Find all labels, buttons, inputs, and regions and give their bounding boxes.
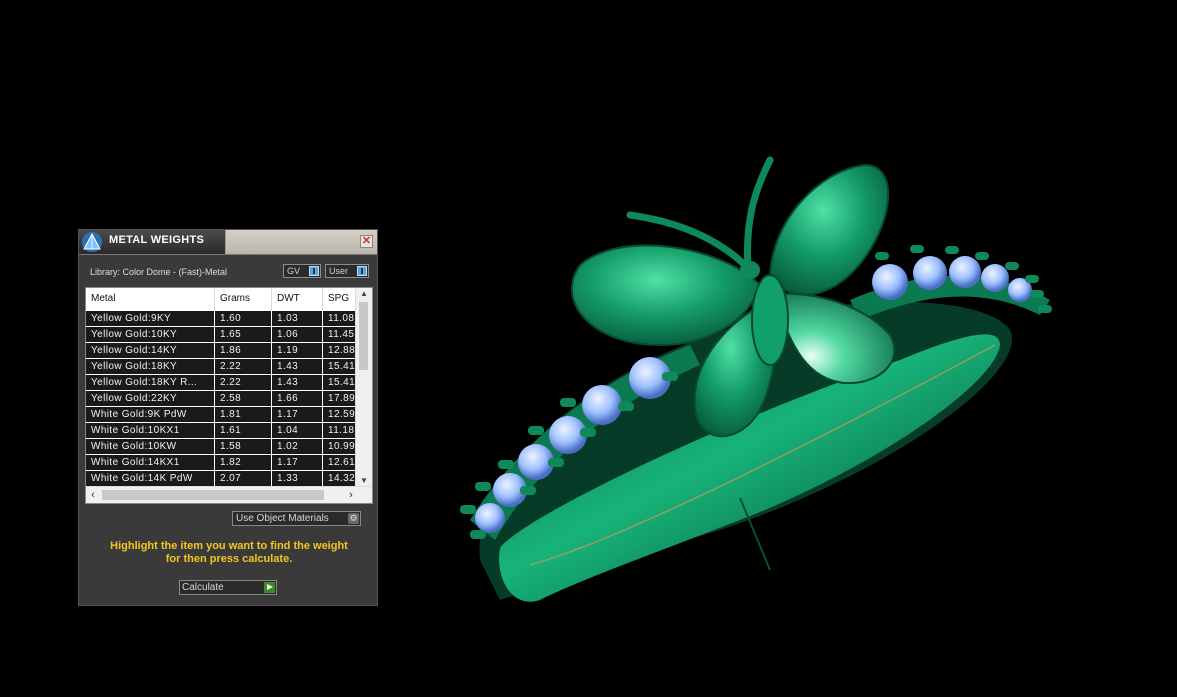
cell-dwt: 1.43	[272, 375, 323, 390]
cell-spg: 12.59	[328, 409, 356, 420]
toggle-knob-icon	[309, 266, 319, 276]
scroll-thumb[interactable]	[102, 490, 324, 500]
cell-grams: 2.07	[215, 471, 272, 486]
cell-grams: 2.58	[215, 391, 272, 406]
column-header-metal[interactable]: Metal	[86, 288, 215, 310]
table-row[interactable]: Yellow Gold:22KY 2.58 1.66 17.89	[86, 391, 356, 407]
instruction-line-2: for then press calculate.	[165, 553, 293, 565]
cell-spg: 11.45	[328, 329, 355, 340]
instruction-text: Highlight the item you want to find the …	[89, 540, 369, 566]
materials-dropdown-value: Use Object Materials	[236, 513, 329, 524]
table-row[interactable]: White Gold:10KX1 1.61 1.04 11.18	[86, 423, 356, 439]
instruction-line-1: Highlight the item you want to find the …	[110, 540, 348, 552]
user-toggle[interactable]: User	[325, 264, 369, 278]
column-header-spg[interactable]: SPG	[323, 288, 356, 310]
cell-metal: White Gold:14KX1	[86, 455, 215, 470]
vertical-scrollbar[interactable]: ▲ ▼	[355, 288, 372, 487]
scroll-right-icon[interactable]: ›	[344, 487, 358, 503]
cell-spg: 17.89	[328, 393, 356, 404]
cell-dwt: 1.04	[272, 423, 323, 438]
cell-spg: 10.99	[328, 441, 356, 452]
cell-grams: 1.61	[215, 423, 272, 438]
cell-metal: White Gold:10KW	[86, 439, 215, 454]
close-icon[interactable]: ✕	[360, 235, 373, 248]
cell-dwt: 1.33	[272, 471, 323, 486]
calculate-button[interactable]: Calculate	[179, 580, 277, 595]
cell-metal: White Gold:10KX1	[86, 423, 215, 438]
user-toggle-label: User	[329, 266, 349, 276]
cell-spg: 12.61	[328, 457, 356, 468]
cell-metal: Yellow Gold:9KY	[86, 311, 215, 326]
table-row[interactable]: White Gold:14K PdW 2.07 1.33 14.32	[86, 471, 356, 487]
pyramid-icon	[81, 231, 103, 253]
scroll-left-icon[interactable]: ‹	[86, 487, 100, 503]
table-row[interactable]: Yellow Gold:9KY 1.60 1.03 11.08	[86, 311, 356, 327]
table-row[interactable]: Yellow Gold:18KY R... 2.22 1.43 15.41	[86, 375, 356, 391]
cell-metal: Yellow Gold:10KY	[86, 327, 215, 342]
horizontal-scrollbar[interactable]: ‹ ›	[86, 486, 372, 503]
cell-dwt: 1.19	[272, 343, 323, 358]
cell-spg: 14.32	[328, 473, 356, 484]
calculate-button-label: Calculate	[182, 582, 224, 593]
panel-title: METAL WEIGHTS	[109, 234, 205, 246]
cell-grams: 1.86	[215, 343, 272, 358]
cell-spg: 15.41	[328, 377, 356, 388]
cell-dwt: 1.02	[272, 439, 323, 454]
cell-spg: 12.88	[328, 345, 356, 356]
cell-metal: Yellow Gold:18KY R...	[86, 375, 215, 390]
cell-metal: Yellow Gold:18KY	[86, 359, 215, 374]
cell-dwt: 1.17	[272, 455, 323, 470]
cell-spg: 11.18	[328, 425, 355, 436]
cell-dwt: 1.03	[272, 311, 323, 326]
materials-dropdown[interactable]: Use Object Materials ⚙	[232, 511, 361, 526]
cell-metal: White Gold:9K PdW	[86, 407, 215, 422]
table-row[interactable]: Yellow Gold:10KY 1.65 1.06 11.45	[86, 327, 356, 343]
scroll-up-icon[interactable]: ▲	[356, 288, 372, 300]
cell-grams: 1.60	[215, 311, 272, 326]
cell-metal: Yellow Gold:14KY	[86, 343, 215, 358]
cell-dwt: 1.43	[272, 359, 323, 374]
cell-spg: 15.41	[328, 361, 356, 372]
cell-grams: 1.81	[215, 407, 272, 422]
cell-grams: 2.22	[215, 375, 272, 390]
gv-toggle[interactable]: GV	[283, 264, 321, 278]
metal-table[interactable]: Metal Grams DWT SPG Yellow Gold:9KY 1.60 1…	[85, 287, 373, 504]
cell-dwt: 1.66	[272, 391, 323, 406]
cell-metal: White Gold:14K PdW	[86, 471, 215, 486]
cell-grams: 1.65	[215, 327, 272, 342]
cell-metal: Yellow Gold:22KY	[86, 391, 215, 406]
table-body: Yellow Gold:9KY 1.60 1.03 11.08 Yellow Gold:…	[86, 311, 356, 487]
panel-title-tab: METAL WEIGHTS	[79, 230, 226, 254]
column-header-dwt[interactable]: DWT	[272, 288, 323, 310]
panel-titlebar[interactable]: METAL WEIGHTS ✕	[79, 230, 377, 255]
gear-icon[interactable]: ⚙	[348, 513, 359, 524]
gv-toggle-label: GV	[287, 266, 301, 276]
scroll-thumb[interactable]	[359, 302, 368, 370]
cell-dwt: 1.17	[272, 407, 323, 422]
cell-grams: 1.82	[215, 455, 272, 470]
play-icon[interactable]	[264, 582, 275, 593]
metal-weights-panel: METAL WEIGHTS ✕ Library: Color Dome - (F…	[78, 229, 378, 606]
table-row[interactable]: White Gold:14KX1 1.82 1.17 12.61	[86, 455, 356, 471]
toggle-knob-icon	[357, 266, 367, 276]
table-row[interactable]: Yellow Gold:14KY 1.86 1.19 12.88	[86, 343, 356, 359]
cell-dwt: 1.06	[272, 327, 323, 342]
table-header: Metal Grams DWT SPG	[86, 288, 356, 310]
column-header-grams[interactable]: Grams	[215, 288, 272, 310]
cell-grams: 1.58	[215, 439, 272, 454]
cell-spg: 11.08	[328, 313, 355, 324]
table-row[interactable]: White Gold:10KW 1.58 1.02 10.99	[86, 439, 356, 455]
table-row[interactable]: White Gold:9K PdW 1.81 1.17 12.59	[86, 407, 356, 423]
cell-grams: 2.22	[215, 359, 272, 374]
table-row[interactable]: Yellow Gold:18KY 2.22 1.43 15.41	[86, 359, 356, 375]
library-label: Library: Color Dome - (Fast)-Metal	[90, 267, 228, 277]
